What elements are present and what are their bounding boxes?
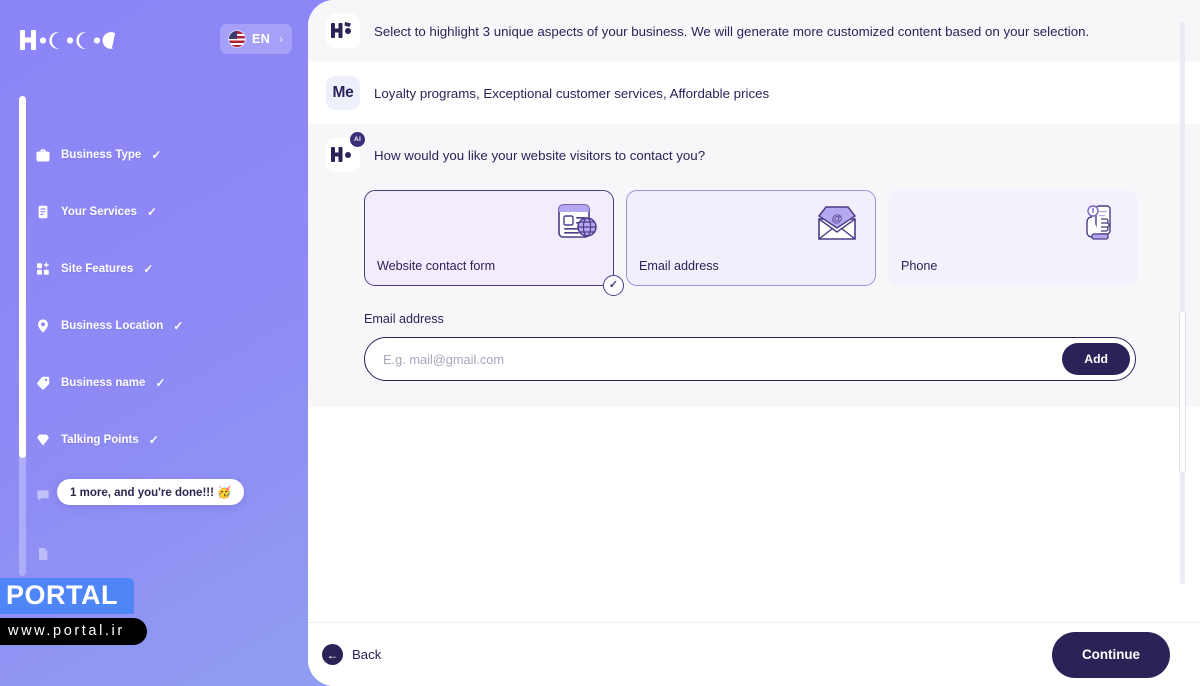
- sidebar-item-business-name[interactable]: Business name ✓: [34, 374, 165, 391]
- page-icon: [34, 545, 51, 562]
- step-check-icon: ✓: [148, 432, 159, 447]
- sidebar-item-business-type[interactable]: Business Type ✓: [34, 146, 161, 163]
- chat-message-text: Select to highlight 3 unique aspects of …: [374, 24, 1090, 39]
- arrow-left-circle-icon: ←: [322, 644, 343, 665]
- list-document-icon: [34, 203, 51, 220]
- briefcase-icon: [34, 146, 51, 163]
- continue-button[interactable]: Continue: [1051, 631, 1170, 678]
- email-field-label: Email address: [364, 312, 444, 326]
- footer-bar: ← Back Continue: [308, 622, 1200, 686]
- contact-options-list: Website contact form ✓ @ Email address P…: [364, 186, 1174, 296]
- chat-message-user-answer: Me Loyalty programs, Exceptional custome…: [308, 62, 1200, 124]
- chat-message-bot-question: AI How would you like your website visit…: [308, 124, 1200, 186]
- sidebar: EN › Business Type ✓ Your Services ✓ Sit…: [0, 0, 320, 686]
- watermark-url: www.portal.ir: [0, 618, 147, 645]
- chevron-right-icon: ›: [279, 32, 283, 46]
- sidebar-item-label: Business name: [61, 376, 146, 389]
- option-card-label: Website contact form: [377, 259, 496, 273]
- app-root: EN › Business Type ✓ Your Services ✓ Sit…: [0, 0, 1200, 686]
- sidebar-item-talking-points[interactable]: Talking Points ✓: [34, 431, 159, 448]
- option-card-phone[interactable]: Phone: [888, 190, 1138, 286]
- email-input[interactable]: [365, 351, 1063, 367]
- option-card-label: Phone: [901, 259, 938, 273]
- ai-badge: AI: [350, 132, 365, 147]
- grid-plus-icon: [34, 260, 51, 277]
- back-button-label: Back: [352, 647, 382, 662]
- hocoos-logo-avatar: [326, 14, 360, 48]
- hocoos-logo-avatar: AI: [326, 132, 365, 172]
- option-selected-check-icon: ✓: [603, 275, 624, 296]
- sidebar-item-label: Business Location: [61, 319, 164, 332]
- scrollbar-thumb[interactable]: [1180, 312, 1185, 472]
- chat-message-bot-intro: Select to highlight 3 unique aspects of …: [308, 0, 1200, 62]
- step-check-icon: ✓: [146, 204, 157, 219]
- scrollbar-track[interactable]: [1180, 22, 1185, 584]
- hand-phone-icon: [1073, 201, 1125, 247]
- email-field-group: Email address Add: [364, 286, 1174, 381]
- sidebar-item-business-location[interactable]: Business Location ✓: [34, 317, 183, 334]
- step-check-icon: ✓: [143, 261, 154, 276]
- us-flag-icon: [229, 31, 245, 47]
- svg-text:@: @: [832, 213, 843, 225]
- chat-bubble-icon: [34, 486, 51, 503]
- progress-rail-fill: [19, 96, 26, 458]
- email-envelope-icon: @: [811, 201, 863, 247]
- contact-options-block: Website contact form ✓ @ Email address P…: [308, 186, 1200, 407]
- sidebar-item-your-services[interactable]: Your Services ✓: [34, 203, 157, 220]
- step-check-icon: ✓: [155, 375, 166, 390]
- progress-tooltip: 1 more, and you're done!!! 🥳: [57, 479, 245, 505]
- add-email-button[interactable]: Add: [1062, 343, 1130, 375]
- sidebar-item-label: Your Services: [61, 205, 137, 218]
- chat-message-text: Loyalty programs, Exceptional customer s…: [374, 86, 770, 101]
- step-check-icon: ✓: [173, 318, 184, 333]
- conversation-scroll-area: Select to highlight 3 unique aspects of …: [308, 0, 1200, 622]
- step-check-icon: ✓: [151, 147, 162, 162]
- chat-message-text: How would you like your website visitors…: [374, 148, 706, 163]
- me-avatar: Me: [326, 76, 360, 110]
- option-card-label: Email address: [639, 259, 719, 273]
- language-selector[interactable]: EN ›: [220, 24, 292, 54]
- sidebar-item-label: Business Type: [61, 148, 142, 161]
- sidebar-item-site-features[interactable]: Site Features ✓: [34, 260, 153, 277]
- watermark-portal: PORTAL: [0, 578, 134, 615]
- diamond-icon: [34, 431, 51, 448]
- option-card-email-address[interactable]: @ Email address: [626, 190, 876, 286]
- option-card-website-contact-form[interactable]: Website contact form ✓: [364, 190, 624, 296]
- sidebar-item-final-page[interactable]: [34, 545, 71, 562]
- sidebar-item-label: Talking Points: [61, 433, 139, 446]
- me-avatar-label: Me: [332, 84, 354, 101]
- map-pin-icon: [34, 317, 51, 334]
- main-panel: Select to highlight 3 unique aspects of …: [308, 0, 1200, 686]
- website-form-icon: [549, 201, 601, 247]
- hocoos-logo[interactable]: [20, 26, 120, 54]
- sidebar-item-label: Site Features: [61, 262, 134, 275]
- tag-icon: [34, 374, 51, 391]
- email-input-row: Add: [364, 337, 1136, 381]
- language-code: EN: [252, 32, 271, 46]
- back-button[interactable]: ← Back: [322, 644, 381, 665]
